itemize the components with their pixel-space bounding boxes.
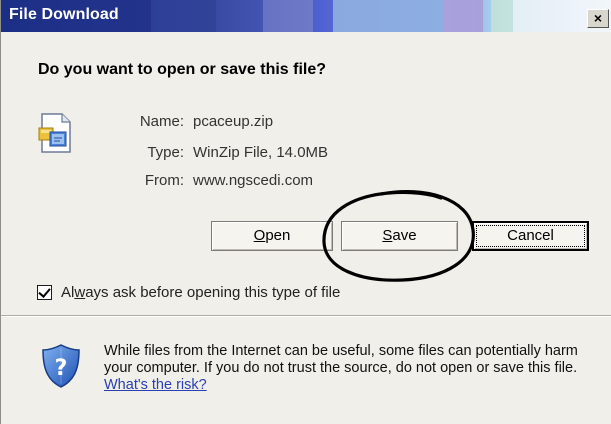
- window-title: File Download: [9, 6, 119, 23]
- whats-the-risk-link[interactable]: What's the risk?: [104, 377, 207, 393]
- open-label-rest: pen: [265, 227, 291, 244]
- cancel-label: Cancel: [507, 227, 554, 244]
- always-ask-label-rest: ays ask before opening this type of file: [85, 284, 341, 301]
- security-warning: While files from the Internet can be use…: [104, 343, 594, 394]
- open-button[interactable]: Open: [211, 221, 333, 251]
- file-type-value: WinZip File, 14.0MB: [193, 144, 329, 161]
- cancel-button[interactable]: Cancel: [472, 221, 589, 251]
- file-source-value: www.ngscedi.com: [193, 172, 314, 189]
- file-download-dialog: File Download × Do you want to open or s…: [0, 0, 611, 424]
- always-ask-label-prefix: Al: [61, 284, 75, 301]
- title-bar[interactable]: File Download ×: [1, 0, 611, 32]
- file-name-row: Name: pcaceup.zip: [1, 113, 611, 133]
- file-type-row: Type: WinZip File, 14.0MB: [1, 144, 611, 164]
- open-access-key: O: [253, 227, 266, 244]
- always-ask-access-key: w: [74, 284, 86, 301]
- security-warning-text: While files from the Internet can be use…: [104, 343, 578, 376]
- close-button[interactable]: ×: [587, 9, 609, 28]
- file-source-row: From: www.ngscedi.com: [1, 172, 611, 192]
- security-shield-question-icon: ?: [41, 343, 81, 394]
- always-ask-checkbox[interactable]: [37, 285, 52, 300]
- always-ask-label[interactable]: Always ask before opening this type of f…: [61, 284, 340, 301]
- file-source-label: From:: [144, 172, 184, 189]
- dialog-question: Do you want to open or save this file?: [38, 61, 327, 78]
- file-name-value: pcaceup.zip: [193, 113, 274, 130]
- file-name-label: Name:: [139, 113, 184, 130]
- svg-text:?: ?: [55, 356, 68, 381]
- file-type-label: Type:: [147, 144, 184, 161]
- hand-drawn-ellipse-annotation: [322, 190, 475, 282]
- separator-highlight: [1, 316, 611, 317]
